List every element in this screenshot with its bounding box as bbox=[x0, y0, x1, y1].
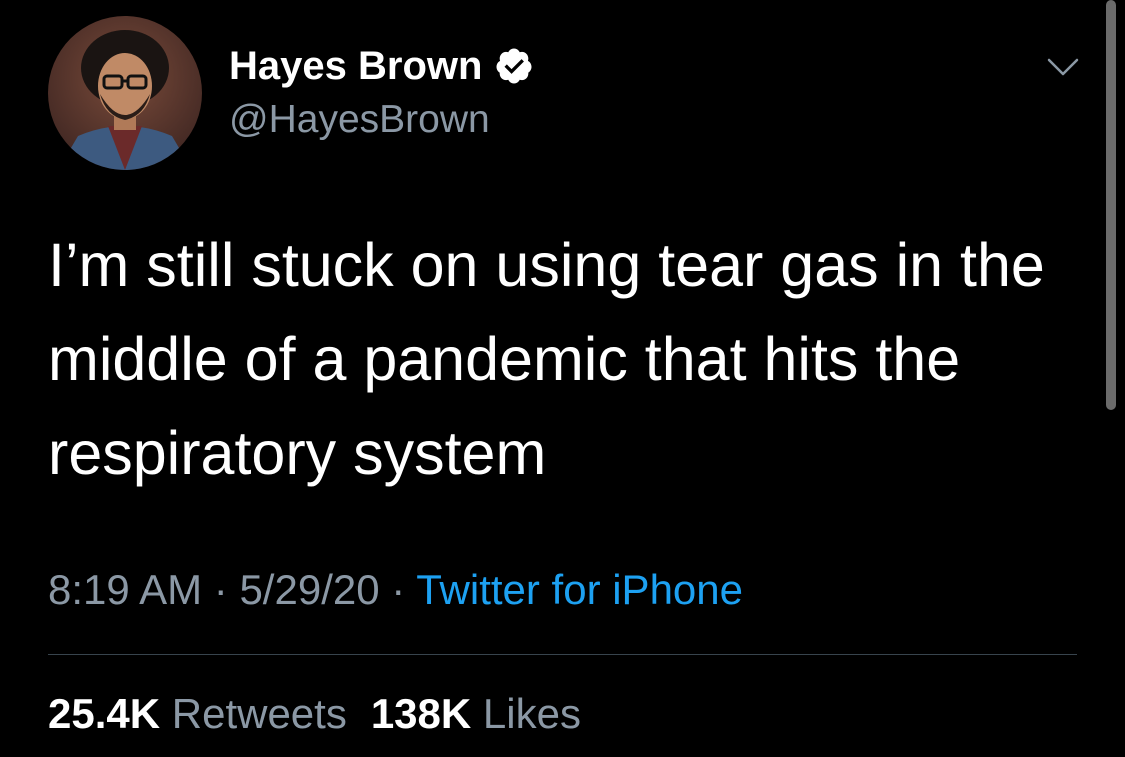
divider bbox=[48, 654, 1077, 655]
user-handle[interactable]: @HayesBrown bbox=[229, 98, 490, 142]
likes-stat[interactable]: 138K Likes bbox=[371, 690, 581, 737]
tweet-metadata: 8:19 AM · 5/29/20 · Twitter for iPhone bbox=[48, 562, 743, 618]
meta-separator: · bbox=[391, 566, 406, 613]
tweet-text-line: I’m still stuck on using tear gas in the bbox=[48, 231, 1045, 299]
tweet-date[interactable]: 5/29/20 bbox=[239, 566, 379, 613]
tweet-text-line: respiratory system bbox=[48, 419, 547, 487]
scrollbar[interactable] bbox=[1106, 0, 1116, 410]
display-name[interactable]: Hayes Brown bbox=[229, 44, 482, 89]
likes-label: Likes bbox=[482, 690, 581, 737]
tweet-stats: 25.4K Retweets 138K Likes bbox=[48, 686, 581, 742]
chevron-down-icon[interactable] bbox=[1043, 52, 1083, 82]
tweet-text: I’m still stuck on using tear gas in the… bbox=[48, 218, 1088, 500]
likes-count: 138K bbox=[370, 690, 472, 737]
avatar[interactable] bbox=[48, 16, 202, 170]
retweets-label: Retweets bbox=[171, 690, 347, 737]
tweet-time[interactable]: 8:19 AM bbox=[48, 566, 202, 613]
retweets-count: 25.4K bbox=[48, 690, 161, 737]
meta-separator: · bbox=[213, 566, 228, 613]
retweets-stat[interactable]: 25.4K Retweets bbox=[48, 690, 347, 737]
tweet-text-line: middle of a pandemic that hits the bbox=[48, 325, 961, 393]
avatar-image bbox=[48, 16, 202, 170]
display-name-row[interactable]: Hayes Brown bbox=[229, 40, 534, 92]
tweet-source-link[interactable]: Twitter for iPhone bbox=[416, 566, 743, 613]
verified-badge-icon bbox=[496, 48, 532, 84]
